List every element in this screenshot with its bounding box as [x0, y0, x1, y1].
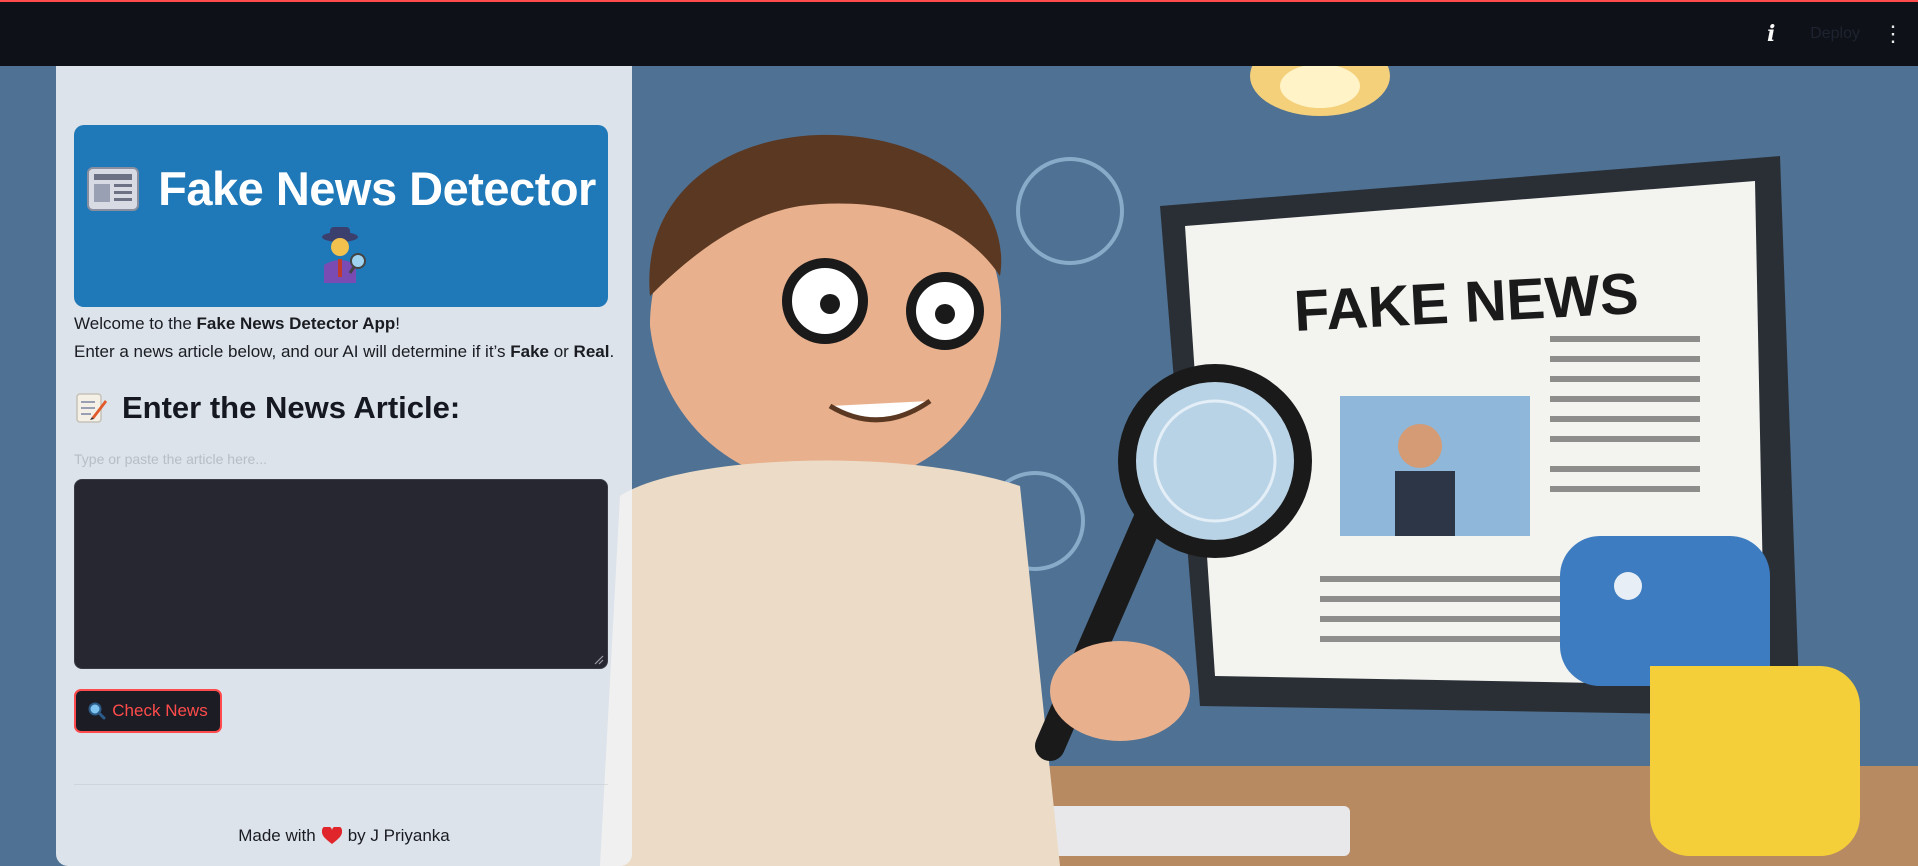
footer-prefix: Made with — [238, 826, 316, 845]
instruction-line: Enter a news article below, and our AI w… — [74, 342, 615, 361]
footer: Made with by J Priyanka — [56, 826, 632, 846]
footer-author: by J Priyanka — [347, 826, 450, 845]
detective-icon — [322, 227, 366, 283]
intro-text: Welcome to the Fake News Detector App! E… — [74, 310, 614, 366]
article-field-label: Type or paste the article here... — [74, 451, 267, 467]
check-news-label: Check News — [112, 701, 208, 720]
main-menu-icon[interactable]: ⋮ — [1882, 23, 1904, 45]
article-textarea[interactable] — [74, 479, 608, 669]
article-heading: Enter the News Article: — [122, 390, 461, 425]
magnifier-icon — [88, 702, 106, 720]
memo-icon — [76, 393, 107, 423]
deploy-button[interactable]: Deploy — [1810, 25, 1860, 43]
newspaper-icon — [87, 166, 140, 211]
title-banner: Fake News Detector — [74, 125, 608, 307]
app-header: i Deploy ⋮ — [0, 2, 1918, 66]
app-title: Fake News Detector — [158, 162, 596, 215]
welcome-line: Welcome to the Fake News Detector App! — [74, 314, 400, 333]
article-section-heading: Enter the News Article: — [74, 390, 460, 426]
resize-handle-icon[interactable] — [594, 655, 604, 665]
check-news-button[interactable]: Check News — [74, 689, 222, 733]
info-icon[interactable]: i — [1754, 21, 1788, 47]
heart-icon — [321, 827, 342, 844]
footer-divider — [74, 784, 608, 785]
main-content-panel: Fake News Detector Welcome to the Fake N… — [56, 66, 632, 866]
